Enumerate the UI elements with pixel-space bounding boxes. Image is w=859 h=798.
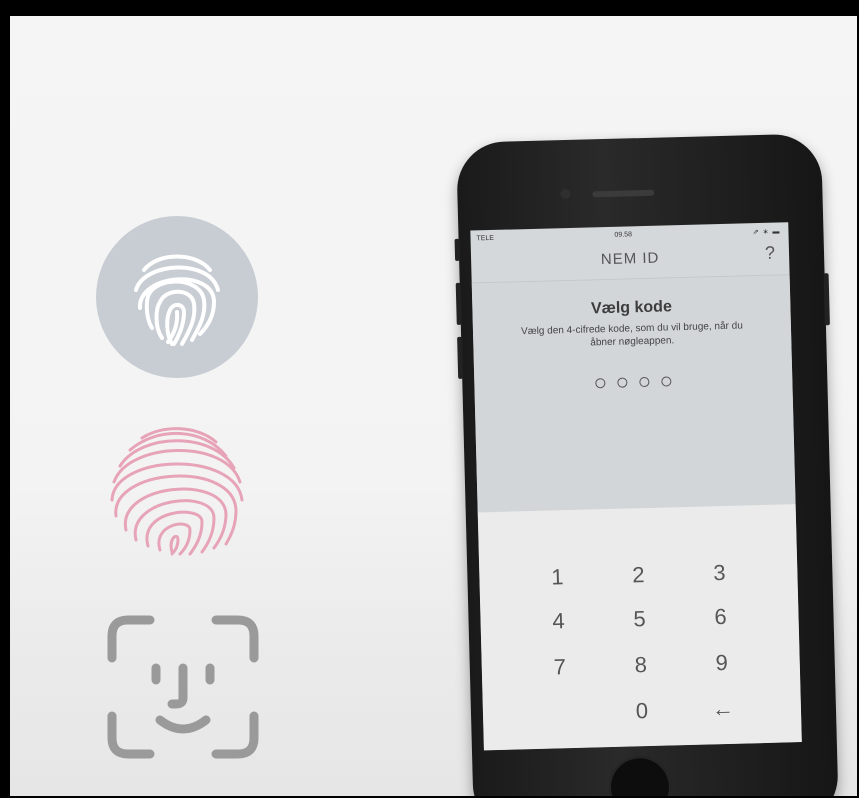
phone-mockup: TELE 09.58 ⇗ ∗ ▬ NEM ID ? Vælg kode Vælg… <box>454 133 839 796</box>
key-2[interactable]: 2 <box>608 555 669 595</box>
fingerprint-icon <box>134 254 220 346</box>
volume-up-button <box>455 282 462 325</box>
pin-dot-3 <box>639 376 650 388</box>
page-title: Vælg kode <box>590 298 673 318</box>
power-button <box>823 273 830 326</box>
front-camera <box>560 188 571 200</box>
pin-dot-1 <box>595 378 606 389</box>
pin-indicator <box>474 373 792 391</box>
key-8[interactable]: 8 <box>610 645 671 685</box>
pin-dot-2 <box>617 377 628 388</box>
key-3[interactable]: 3 <box>689 553 750 593</box>
carrier-label: TELE <box>476 234 495 243</box>
fingerprint-icon <box>110 427 244 556</box>
mute-switch <box>454 238 461 261</box>
choose-code-panel: Vælg kode Vælg den 4-cifrede kode, som d… <box>471 275 796 514</box>
earpiece-speaker <box>592 189 655 198</box>
keypad: 1 2 3 4 5 6 7 8 9 0 ← <box>477 504 802 751</box>
backspace-key[interactable]: ← <box>692 689 753 729</box>
key-6[interactable]: 6 <box>690 597 751 637</box>
key-0[interactable]: 0 <box>611 691 672 731</box>
home-button[interactable] <box>608 755 672 796</box>
face-id-icon <box>107 615 259 759</box>
touch-id-icon <box>96 216 258 378</box>
app-title: NEM ID <box>600 249 660 269</box>
key-1[interactable]: 1 <box>527 558 588 598</box>
status-time: 09.58 <box>614 231 633 239</box>
key-9[interactable]: 9 <box>691 643 752 683</box>
code-instructions: Vælg den 4-cifrede kode, som du vil brug… <box>520 320 743 349</box>
status-icons: ⇗ ∗ ▬ <box>752 228 781 237</box>
key-5[interactable]: 5 <box>609 599 670 639</box>
volume-down-button <box>457 336 464 379</box>
help-button[interactable]: ? <box>765 243 776 264</box>
screenshot-frame: TELE 09.58 ⇗ ∗ ▬ NEM ID ? Vælg kode Vælg… <box>10 16 857 796</box>
phone-screen: TELE 09.58 ⇗ ∗ ▬ NEM ID ? Vælg kode Vælg… <box>470 222 802 751</box>
key-4[interactable]: 4 <box>528 602 589 642</box>
pin-dot-4 <box>661 376 672 387</box>
key-7[interactable]: 7 <box>529 648 590 688</box>
